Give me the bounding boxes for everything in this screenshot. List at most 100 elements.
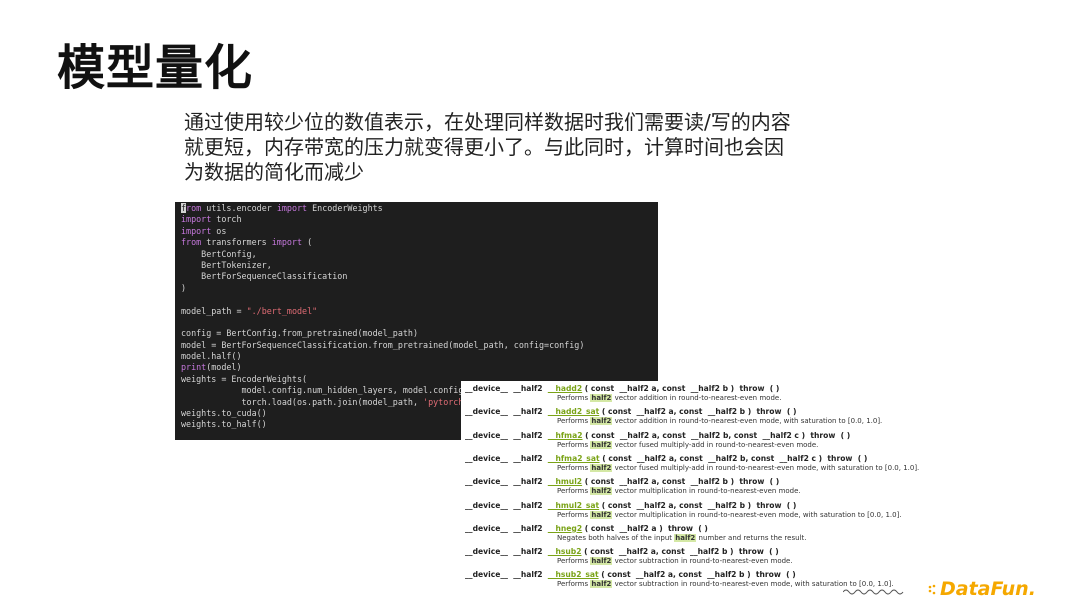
function-signature: __device__ __half2 __hsub2_sat ( const _… <box>465 570 975 580</box>
code-line: import torch <box>181 214 658 225</box>
doc-entry: __device__ __half2 __hneg2 ( const __hal… <box>465 524 975 543</box>
cuda-half2-docs-screenshot: __device__ __half2 __hadd2 ( const __hal… <box>461 381 981 593</box>
code-token: model_path = <box>181 305 247 316</box>
highlighted-term: half2 <box>590 557 613 566</box>
function-signature: __device__ __half2 __hneg2 ( const __hal… <box>465 524 975 534</box>
function-name-link[interactable]: __hadd2_sat <box>548 407 599 416</box>
description-text: Performs <box>557 487 591 496</box>
function-name-link[interactable]: __hfma2 <box>548 431 583 440</box>
description-text: Performs <box>557 580 591 589</box>
code-token: ( <box>302 237 313 248</box>
doc-entry: __device__ __half2 __hfma2_sat ( const _… <box>465 454 975 473</box>
highlighted-term: half2 <box>590 463 613 472</box>
description-text: vector multiplication in round-to-neares… <box>612 487 801 496</box>
function-name-link[interactable]: __hfma2_sat <box>548 454 600 463</box>
description-text: number and returns the result. <box>696 533 807 542</box>
doc-entry: __device__ __half2 __hmul2 ( const __hal… <box>465 477 975 496</box>
function-signature: __device__ __half2 __hmul2 ( const __hal… <box>465 477 975 487</box>
function-description: Performs half2 vector subtraction in rou… <box>465 557 975 566</box>
signature-prefix: __device__ __half2 <box>465 453 548 463</box>
code-token: rom <box>186 203 202 213</box>
code-line: import os <box>181 226 658 237</box>
code-line: print(model) <box>181 362 658 373</box>
code-token: transformers <box>201 237 272 248</box>
slide-description: 通过使用较少位的数值表示，在处理同样数据时我们需要读/写的内容 就更短，内存带宽… <box>184 110 824 185</box>
description-text: Negates both halves of the input <box>557 533 675 542</box>
signature-args: ( const __half2 a, const __half2 b, cons… <box>599 453 868 463</box>
description-text: Performs <box>557 463 591 472</box>
function-description: Performs half2 vector addition in round-… <box>465 417 975 426</box>
description-text: vector addition in round-to-nearest-even… <box>612 417 883 426</box>
code-line: BertTokenizer, <box>181 260 658 271</box>
code-line: BertConfig, <box>181 249 658 260</box>
highlighted-term: half2 <box>590 510 613 519</box>
signature-prefix: __device__ __half2 <box>465 570 548 580</box>
code-token: model.config.num_hidden_layers, model.co… <box>181 385 484 396</box>
code-token: (model) <box>206 362 242 373</box>
highlighted-term: half2 <box>590 487 613 496</box>
code-token: import <box>181 225 212 236</box>
function-name-link[interactable]: __hadd2 <box>548 384 582 393</box>
signature-prefix: __device__ __half2 <box>465 500 548 510</box>
doc-entry: __device__ __half2 __hmul2_sat ( const _… <box>465 501 975 520</box>
code-line: from transformers import ( <box>181 237 658 248</box>
code-token: BertConfig, <box>181 248 257 259</box>
slide-title: 模型量化 <box>57 40 254 96</box>
description-text: vector fused multiply-add in round-to-ne… <box>612 440 819 449</box>
function-name-link[interactable]: __hmul2_sat <box>548 501 599 510</box>
highlighted-term: half2 <box>590 440 613 449</box>
function-description: Performs half2 vector fused multiply-add… <box>465 440 975 450</box>
function-name-link[interactable]: __hmul2 <box>548 477 582 486</box>
signature-args: ( const __half2 a, const __half2 b ) thr… <box>598 570 796 580</box>
signature-args: ( const __half2 a, const __half2 b ) thr… <box>582 384 780 393</box>
highlighted-term: half2 <box>674 533 697 542</box>
doc-entry: __device__ __half2 __hsub2_sat ( const _… <box>465 570 975 589</box>
description-line: 通过使用较少位的数值表示，在处理同样数据时我们需要读/写的内容 <box>184 110 791 134</box>
code-token: "./bert_model" <box>246 305 318 316</box>
signature-prefix: __device__ __half2 <box>465 384 548 393</box>
function-name-link[interactable]: __hsub2 <box>548 547 582 556</box>
code-line: from utils.encoder import EncoderWeights <box>181 203 658 214</box>
signature-args: ( const __half2 a, const __half2 b ) thr… <box>581 547 779 557</box>
code-line: config = BertConfig.from_pretrained(mode… <box>181 328 658 339</box>
code-token: import <box>181 214 212 225</box>
function-name-link[interactable]: __hsub2_sat <box>548 570 599 579</box>
code-token: torch.load(os.path.join(model_path, <box>181 396 424 407</box>
description-text: Performs <box>557 440 591 449</box>
description-text: Performs <box>557 557 591 566</box>
signature-args: ( const __half2 a ) throw ( ) <box>582 523 708 533</box>
function-signature: __device__ __half2 __hadd2_sat ( const _… <box>465 407 975 417</box>
function-description: Performs half2 vector multiplication in … <box>465 510 975 520</box>
code-token: ) <box>181 282 187 293</box>
signature-prefix: __device__ __half2 <box>465 523 548 533</box>
signature-args: ( const __half2 a, const __half2 b, cons… <box>582 430 851 440</box>
description-text: vector subtraction in round-to-nearest-e… <box>612 557 793 566</box>
datafun-logo-text: DataFun. <box>940 578 1036 600</box>
function-signature: __device__ __half2 __hadd2 ( const __hal… <box>465 384 975 394</box>
code-token: torch <box>211 214 242 225</box>
signature-args: ( const __half2 a, const __half2 b ) thr… <box>599 500 797 510</box>
datafun-logo-icon <box>928 584 936 595</box>
code-token: BertTokenizer, <box>181 259 272 270</box>
signature-args: ( const __half2 a, const __half2 b ) thr… <box>582 477 780 487</box>
code-line: model.half() <box>181 351 658 362</box>
signature-prefix: __device__ __half2 <box>465 477 548 487</box>
function-description: Performs half2 vector fused multiply-add… <box>465 463 975 473</box>
doc-entry: __device__ __half2 __hsub2 ( const __hal… <box>465 547 975 566</box>
function-description: Performs half2 vector multiplication in … <box>465 487 975 496</box>
code-token: model.half() <box>181 351 242 362</box>
description-text: vector multiplication in round-to-neares… <box>612 510 902 519</box>
decorative-wave-icon <box>843 589 904 595</box>
function-name-link[interactable]: __hneg2 <box>548 524 582 533</box>
code-token: weights.to_half() <box>181 419 267 430</box>
code-line: model = BertForSequenceClassification.fr… <box>181 340 658 351</box>
signature-args: ( const __half2 a, const __half2 b ) thr… <box>599 407 797 417</box>
code-token: weights.to_cuda() <box>181 408 267 419</box>
code-line: ) <box>181 283 658 294</box>
signature-prefix: __device__ __half2 <box>465 407 548 417</box>
code-token: utils.encoder <box>201 203 277 213</box>
highlighted-term: half2 <box>590 394 613 402</box>
code-line: model_path = "./bert_model" <box>181 306 658 317</box>
